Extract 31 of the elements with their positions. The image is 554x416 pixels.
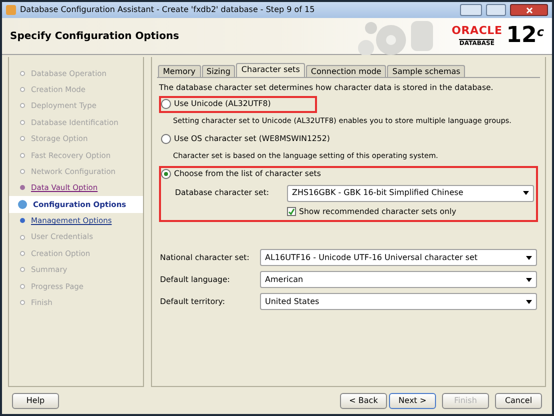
tab[interactable]: Character sets (236, 63, 305, 77)
minimize-button[interactable] (460, 4, 482, 16)
page-title: Specify Configuration Options (10, 30, 180, 44)
settings-dropdown[interactable]: AL16UTF16 - Unicode UTF-16 Universal character set (260, 249, 537, 266)
caret-icon (526, 256, 532, 260)
version-logo: 12$^{c}$ (506, 25, 544, 47)
window-title: Database Configuration Assistant - Create 'fxdb2' database - Step 9 of 15 (20, 4, 316, 16)
dialog-button[interactable]: Cancel (495, 392, 542, 408)
radio-button[interactable] (161, 134, 171, 144)
tab[interactable]: Memory (158, 65, 201, 77)
radio-button[interactable] (161, 99, 171, 110)
maximize-button[interactable] (486, 4, 506, 16)
caret-icon (526, 278, 532, 282)
close-button[interactable] (510, 4, 548, 16)
character-set-dropdown[interactable]: ZHS16GBK - GBK 16-bit Simplified Chinese (287, 184, 534, 202)
radio-button[interactable] (161, 169, 171, 180)
close-icon (526, 6, 532, 14)
settings-dropdown[interactable]: United States (260, 293, 537, 310)
tab[interactable]: Sample schemas (387, 65, 466, 77)
app-icon (6, 5, 16, 15)
oracle-logo: ORACLE (452, 25, 502, 36)
dialog-button[interactable]: Next > (389, 392, 436, 408)
caret-icon (526, 300, 532, 304)
checkbox[interactable] (287, 206, 296, 216)
settings-dropdown[interactable]: American (260, 271, 537, 288)
dialog-button[interactable]: Help (12, 392, 59, 408)
caret-icon (523, 191, 529, 196)
tab[interactable]: Sizing (202, 65, 236, 77)
tab[interactable]: Connection mode (306, 65, 386, 77)
check-icon (288, 208, 295, 215)
dialog-button[interactable]: < Back (340, 392, 387, 408)
